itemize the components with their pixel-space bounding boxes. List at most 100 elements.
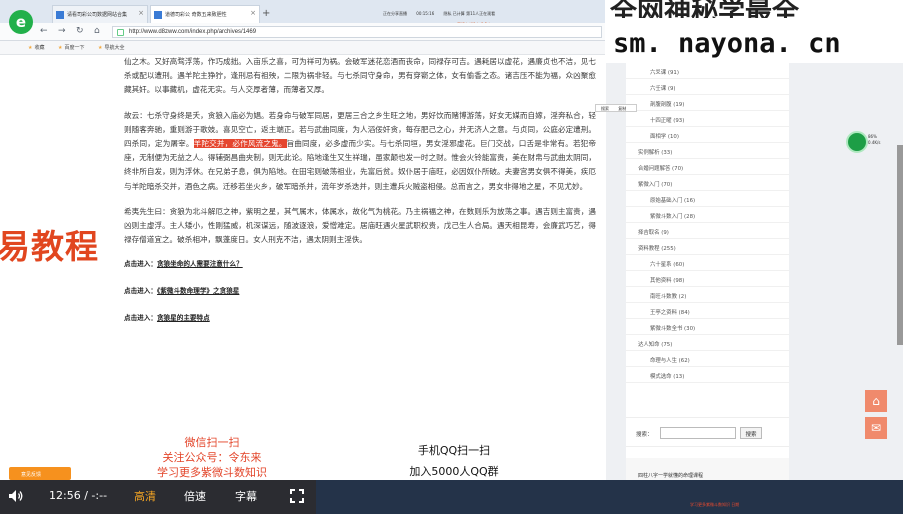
home-icon[interactable]: ⌂ bbox=[94, 26, 100, 36]
forward-icon[interactable]: → bbox=[58, 26, 66, 36]
sidebar-category-item[interactable]: 南旺斗数教 (2) bbox=[626, 287, 789, 303]
lock-icon bbox=[117, 29, 124, 36]
close-icon[interactable]: × bbox=[138, 9, 144, 17]
promo-line: 微信扫一扫 bbox=[184, 436, 240, 449]
reload-icon[interactable]: ↻ bbox=[76, 26, 84, 36]
url-text: http://www.d8zww.com/index.php/archives/… bbox=[129, 29, 257, 35]
wechat-promo: 微信扫一扫 关注公众号：令东来 学习更多紫微斗数知识 bbox=[122, 435, 302, 480]
taskbar-overlay bbox=[316, 480, 903, 514]
link-prefix: 点击进入： bbox=[124, 260, 157, 269]
related-link[interactable]: 贪狼星的主要特点 bbox=[157, 314, 210, 322]
live-status-bar: 正在分享直播 00:15:16 隐私 已计算 第11人正在观看 bbox=[383, 11, 525, 19]
selection-copy-button[interactable]: 复制 bbox=[618, 106, 626, 111]
speed-meter-value: 0.4K/s bbox=[868, 140, 881, 145]
time-separator: / bbox=[84, 489, 88, 502]
sidebar-category-item[interactable]: 命理与人生 (62) bbox=[626, 351, 789, 367]
favorite-label: 导航大全 bbox=[104, 45, 125, 51]
article-paragraph: 希夷先生曰：贪狼为北斗解厄之神，紫明之星，其气属木，体属水，故化气为桃花。乃主祸… bbox=[124, 206, 596, 245]
watermark-domain: sm. nayona. cn bbox=[613, 28, 841, 59]
left-banner-text: 易教程 bbox=[0, 227, 99, 266]
article-paragraph: 仙之木。又好高骛浮荡，作巧成拙。入亩乐之喜，可为祥可为祸。会破军迷花恋酒而丧命，… bbox=[124, 57, 596, 95]
related-link-row: 点击进入：《紫微斗数命理学》之贪狼星 bbox=[124, 285, 596, 295]
search-label: 搜索： bbox=[636, 432, 653, 438]
tab-title: 请看司彩公司数据网站合集 bbox=[67, 12, 128, 18]
page-content: 易教程 意见反馈 仙之木。又好高骛浮荡，作巧成拙。入亩乐之喜，可为祥可为祸。会破… bbox=[0, 55, 903, 480]
sidebar-category-item[interactable]: 紫微斗数全书 (30) bbox=[626, 319, 789, 335]
fullscreen-icon[interactable] bbox=[290, 489, 304, 503]
selection-toolbar: 搜索 复制 bbox=[595, 104, 637, 112]
promo-line: 加入5000人QQ群 bbox=[409, 465, 499, 478]
sidebar-category-item[interactable]: 资料教程 (255) bbox=[626, 239, 789, 255]
link-prefix: 点击进入： bbox=[124, 314, 157, 323]
sidebar-category-item[interactable]: 合婚问题解答 (70) bbox=[626, 159, 789, 175]
related-link[interactable]: 《紫微斗数命理学》之贪狼星 bbox=[157, 287, 239, 295]
speed-button[interactable]: 倍速 bbox=[184, 488, 206, 504]
sidebar-category-item[interactable]: 六十星系 (60) bbox=[626, 255, 789, 271]
sidebar-category-item[interactable]: 十四正曜 (93) bbox=[626, 111, 789, 127]
sidebar-category-item[interactable]: 紫微入门 (70) bbox=[626, 175, 789, 191]
left-rail: 易教程 意见反馈 bbox=[0, 55, 114, 480]
related-link-row: 点击进入：贪狼星的主要特点 bbox=[124, 312, 596, 322]
favorite-label: 百度一下 bbox=[64, 45, 85, 51]
sidebar-category-item[interactable]: 达人知命 (75) bbox=[626, 335, 789, 351]
speed-meter-icon[interactable] bbox=[846, 131, 868, 153]
star-icon: ★ bbox=[28, 45, 33, 51]
volume-icon[interactable] bbox=[8, 489, 24, 503]
quality-button[interactable]: 高清 bbox=[134, 488, 156, 504]
browser-tab-active[interactable]: 道德司彩公 奇数五来致胆性 × bbox=[150, 5, 260, 23]
scrollbar[interactable] bbox=[897, 145, 903, 345]
sidebar-category-item[interactable]: 原始基础入门 (16) bbox=[626, 191, 789, 207]
tab-title: 道德司彩公 奇数五来致胆性 bbox=[165, 12, 227, 18]
watermark-slogan: 全网神秘学最全 bbox=[610, 0, 799, 18]
url-input[interactable]: http://www.d8zww.com/index.php/archives/… bbox=[112, 26, 602, 38]
sidebar-category-item[interactable]: 实例解析 (33) bbox=[626, 143, 789, 159]
sidebar-category-item[interactable]: 紫微斗数入门 (28) bbox=[626, 207, 789, 223]
sidebar-category-item[interactable]: 六爻课 (91) bbox=[626, 63, 789, 79]
related-link[interactable]: 贪狼坐命的人需要注意什么？ bbox=[157, 260, 243, 268]
star-icon: ★ bbox=[98, 45, 103, 51]
category-sidebar: 六爻课 (91) 六壬课 (9) 剖腹剖腹 (19) 十四正曜 (93) 面相学 (10… bbox=[626, 55, 789, 480]
favorite-label: 收藏 bbox=[34, 45, 45, 51]
link-prefix: 点击进入： bbox=[124, 287, 157, 296]
article-paragraph: 故云：七杀守身终是夭，贪狼入庙必为娼。若身命与破军同居，更居三合之乡生旺之地，男… bbox=[124, 109, 596, 194]
chat-float-icon[interactable]: ✉ bbox=[865, 417, 887, 439]
favorite-item[interactable]: ★ 收藏 bbox=[28, 44, 45, 51]
search-input[interactable] bbox=[660, 427, 736, 439]
related-link-row: 点击进入：贪狼坐命的人需要注意什么？ bbox=[124, 258, 596, 268]
sidebar-category-item[interactable]: 六壬课 (9) bbox=[626, 79, 789, 95]
subtitles-button[interactable]: 字幕 bbox=[235, 488, 257, 504]
sidebar-category-item[interactable]: 王亭之资料 (84) bbox=[626, 303, 789, 319]
sidebar-category-item[interactable]: 面相学 (10) bbox=[626, 127, 789, 143]
search-button[interactable]: 搜索 bbox=[740, 427, 762, 439]
browser-logo-icon[interactable]: e bbox=[9, 10, 33, 34]
sidebar-card-title[interactable]: 四柱八字一学就懂的命理课程 bbox=[638, 472, 703, 479]
screen: { "browser": { "logo_letter": "e", "tabs… bbox=[0, 0, 903, 514]
favorite-item[interactable]: ★ 导航大全 bbox=[98, 44, 125, 51]
sidebar-category-item[interactable]: 模式选命 (13) bbox=[626, 367, 789, 383]
speed-meter-text: 86% 0.4K/s bbox=[868, 134, 880, 146]
live-status-3: 隐私 已计算 第11人正在观看 bbox=[443, 11, 496, 16]
sidebar-category-item[interactable]: 其他资料 (98) bbox=[626, 271, 789, 287]
live-status-2: 00:15:16 bbox=[416, 11, 435, 16]
qq-promo: 手机QQ扫一扫 加入5000人QQ群 bbox=[374, 440, 534, 482]
selection-search-button[interactable]: 搜索 bbox=[601, 106, 609, 111]
article-body: 仙之木。又好高骛浮荡，作巧成拙。入亩乐之喜，可为祥可为祸。会破军迷花恋酒而丧命，… bbox=[114, 55, 606, 480]
sidebar-category-item[interactable]: 择吉取名 (9) bbox=[626, 223, 789, 239]
promo-line: 关注公众号：令东来 bbox=[162, 451, 262, 464]
home-float-icon[interactable]: ⌂ bbox=[865, 390, 887, 412]
favicon-icon bbox=[56, 11, 64, 19]
promo-line: 手机QQ扫一扫 bbox=[417, 444, 491, 457]
favorite-item[interactable]: ★ 百度一下 bbox=[58, 44, 85, 51]
browser-tab[interactable]: 请看司彩公司数据网站合集 × bbox=[52, 5, 148, 23]
playback-time: 12:56 / -:-- bbox=[49, 489, 107, 502]
new-tab-button[interactable]: + bbox=[262, 8, 276, 20]
back-icon[interactable]: ← bbox=[40, 26, 48, 36]
close-icon[interactable]: × bbox=[250, 9, 256, 17]
current-time: 12:56 bbox=[49, 489, 81, 502]
taskbar-note: 学习更多紫微斗数知识 日期 bbox=[690, 502, 740, 507]
sidebar-category-item[interactable]: 剖腹剖腹 (19) bbox=[626, 95, 789, 111]
sidebar-card: 四柱八字一学就懂的命理课程 bbox=[626, 458, 789, 480]
live-status-1: 正在分享直播 bbox=[383, 11, 407, 16]
feedback-button[interactable]: 意见反馈 bbox=[9, 467, 71, 480]
sidebar-search: 搜索： 搜索 bbox=[626, 417, 789, 447]
